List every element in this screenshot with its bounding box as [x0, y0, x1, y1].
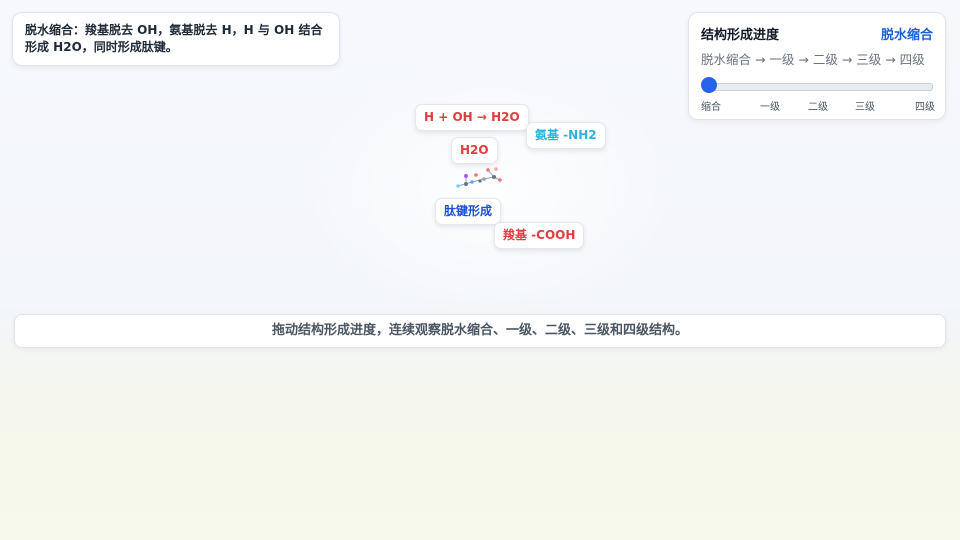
amino-acid-molecule [456, 167, 502, 188]
tick-label: 缩合 [701, 102, 721, 113]
carboxyl-group-label: 羧基 -COOH [494, 222, 585, 249]
instruction-text: 拖动结构形成进度，连续观察脱水缩合、一级、二级、三级和四级结构。 [271, 323, 688, 338]
tick-label: 一级 [760, 102, 780, 113]
tick-label: 三级 [855, 102, 875, 113]
instruction-hint: 拖动结构形成进度，连续观察脱水缩合、一级、二级、三级和四级结构。 [14, 314, 946, 348]
current-stage-label: 脱水缩合 [880, 27, 933, 43]
stage-sequence: 脱水缩合 → 一级 → 二级 → 三级 → 四级 [701, 52, 925, 67]
reaction-equation-label: H + OH → H2O [415, 104, 529, 131]
structure-progress-panel: 结构形成进度 脱水缩合 脱水缩合 → 一级 → 二级 → 三级 → 四级 缩合 … [688, 12, 946, 120]
slider-ticks: 缩合 一级 二级 三级 四级 [701, 98, 935, 113]
progress-header: 结构形成进度 脱水缩合 [701, 23, 933, 43]
progress-title: 结构形成进度 [701, 27, 780, 43]
slider-track[interactable] [705, 83, 933, 91]
slider-thumb[interactable] [701, 77, 717, 93]
amino-group-label: 氨基 -NH2 [526, 122, 606, 149]
progress-slider[interactable] [701, 74, 933, 96]
tick-label: 四级 [915, 102, 935, 113]
step-description: 脱水缩合：羧基脱去 OH，氨基脱去 H，H 与 OH 结合形成 H2O，同时形成… [25, 23, 323, 54]
step-description-panel: 脱水缩合：羧基脱去 OH，氨基脱去 H，H 与 OH 结合形成 H2O，同时形成… [12, 12, 340, 66]
peptide-bond-label: 肽键形成 [435, 198, 502, 225]
tick-label: 二级 [808, 102, 828, 113]
